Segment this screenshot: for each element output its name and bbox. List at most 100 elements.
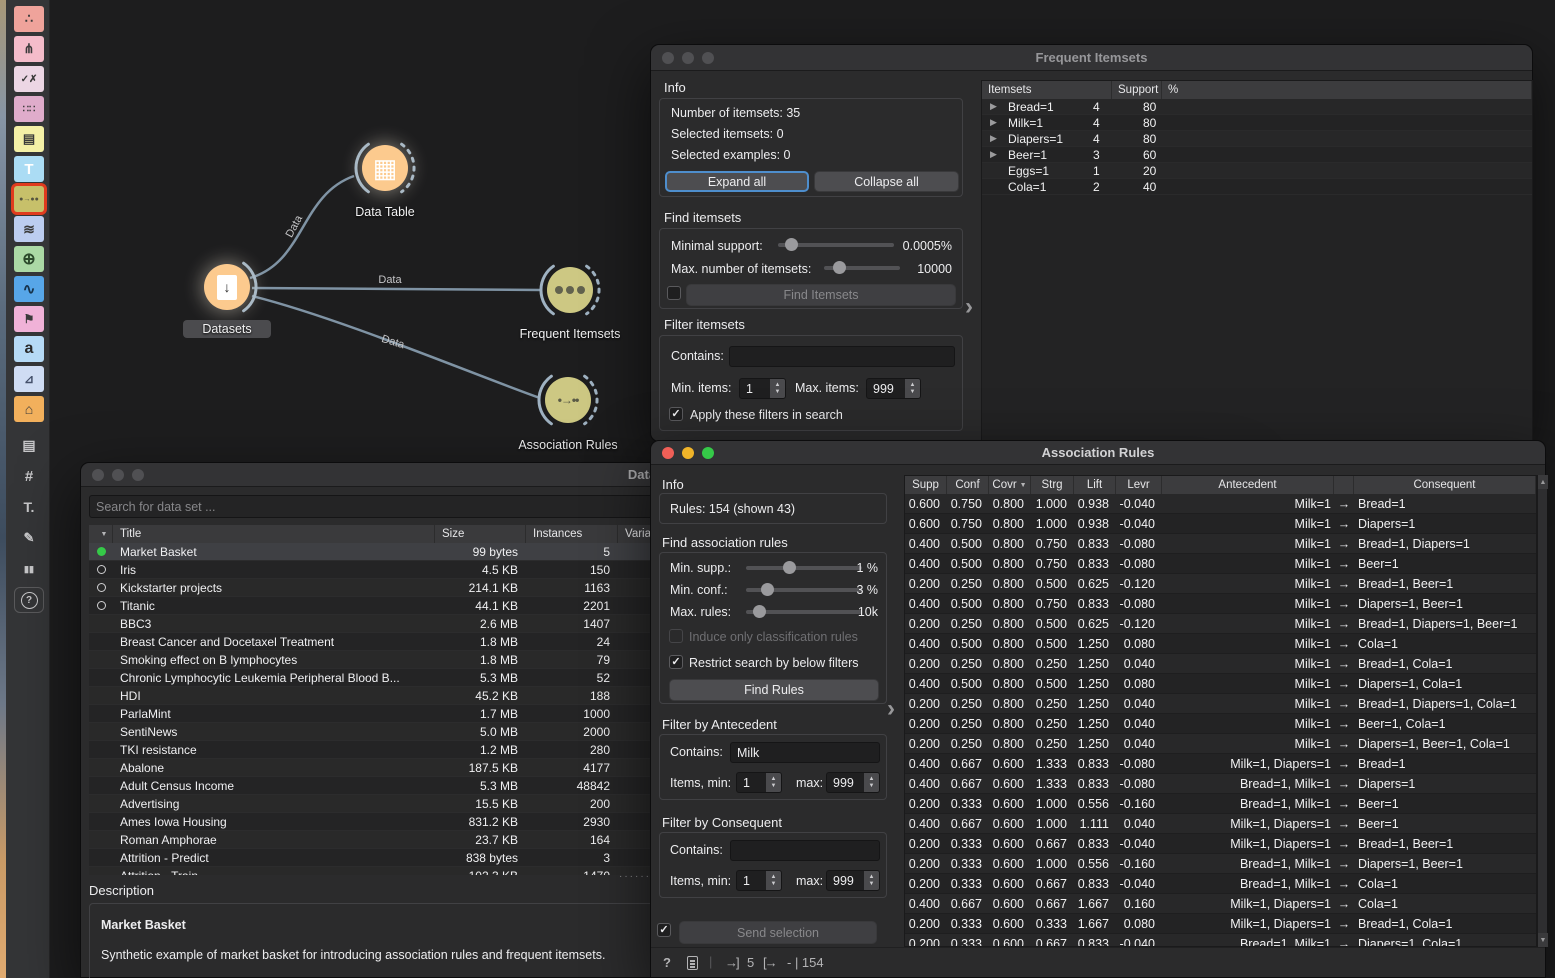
- auto-send-checkbox[interactable]: ✓: [657, 923, 671, 937]
- rule-row[interactable]: 0.200 0.250 0.800 0.250 1.250 0.040 Milk…: [905, 654, 1536, 674]
- link-datasets-frequentitemsets[interactable]: [252, 288, 542, 290]
- close-button[interactable]: [662, 52, 674, 64]
- scrollbar[interactable]: ▲ ▼: [1537, 475, 1547, 947]
- rule-row[interactable]: 0.200 0.250 0.800 0.250 1.250 0.040 Milk…: [905, 694, 1536, 714]
- collapse-all-button[interactable]: Collapse all: [814, 171, 959, 192]
- geo-globe-icon[interactable]: ⊕: [14, 246, 44, 272]
- rule-row[interactable]: 0.200 0.333 0.600 0.667 0.833 -0.040 Bre…: [905, 934, 1536, 947]
- rule-row[interactable]: 0.400 0.500 0.800 0.500 1.250 0.080 Milk…: [905, 634, 1536, 654]
- column-header-instances[interactable]: Instances: [526, 525, 618, 543]
- column-header-title[interactable]: Title: [113, 525, 435, 543]
- column-header-covr[interactable]: Covr▼: [989, 476, 1031, 494]
- close-button[interactable]: [662, 447, 674, 459]
- collapse-panel-chevron-icon[interactable]: ›: [887, 699, 895, 719]
- zoom-button[interactable]: [132, 469, 144, 481]
- scroll-up-icon[interactable]: ▲: [1538, 475, 1548, 489]
- column-header-strg[interactable]: Strg: [1031, 476, 1074, 494]
- rule-row[interactable]: 0.200 0.333 0.600 0.667 0.833 -0.040 Bre…: [905, 874, 1536, 894]
- restrict-search-checkbox[interactable]: ✓: [669, 655, 683, 669]
- unsupervised-icon[interactable]: ∷∷: [14, 96, 44, 122]
- column-header-status[interactable]: ▼: [89, 525, 113, 543]
- column-header-percent[interactable]: %: [1162, 81, 1532, 99]
- column-header-support[interactable]: Support: [1112, 81, 1162, 99]
- close-button[interactable]: [92, 469, 104, 481]
- rule-row[interactable]: 0.600 0.750 0.800 1.000 0.938 -0.040 Mil…: [905, 514, 1536, 534]
- datasets-node[interactable]: ↓: [204, 264, 250, 310]
- association-rules-node[interactable]: •→••: [545, 377, 591, 423]
- scroll-down-icon[interactable]: ▼: [1538, 933, 1548, 947]
- expand-arrow-icon[interactable]: ▶: [990, 149, 997, 160]
- pause-icon[interactable]: ▮▮: [14, 556, 44, 582]
- annotator-icon[interactable]: a: [14, 336, 44, 362]
- column-header-conf[interactable]: Conf: [947, 476, 989, 494]
- frequent-itemsets-node[interactable]: [547, 267, 593, 313]
- itemset-row[interactable]: ▶ Cola=1 2 40: [982, 179, 1532, 195]
- expand-all-button[interactable]: Expand all: [665, 171, 809, 192]
- expand-arrow-icon[interactable]: ▶: [990, 117, 997, 128]
- datasets-node-label[interactable]: Datasets: [183, 320, 271, 338]
- minimize-button[interactable]: [682, 52, 694, 64]
- contains-input[interactable]: [729, 346, 955, 367]
- cons-items-min-stepper[interactable]: 1▲▼: [736, 870, 782, 891]
- itemset-row[interactable]: ▶ Bread=1 4 80: [982, 99, 1532, 115]
- rule-row[interactable]: 0.400 0.500 0.800 0.750 0.833 -0.080 Mil…: [905, 554, 1536, 574]
- fi-titlebar[interactable]: Frequent Itemsets: [651, 45, 1532, 71]
- column-header-size[interactable]: Size: [435, 525, 526, 543]
- image-analytics-icon[interactable]: ▤: [14, 126, 44, 152]
- rule-row[interactable]: 0.400 0.667 0.600 1.333 0.833 -0.080 Bre…: [905, 774, 1536, 794]
- zoom-button[interactable]: [702, 52, 714, 64]
- itemset-row[interactable]: ▶ Diapers=1 4 80: [982, 131, 1532, 147]
- pen-arrow-icon[interactable]: ✎: [14, 525, 44, 551]
- column-header-levr[interactable]: Levr: [1116, 476, 1162, 494]
- rule-row[interactable]: 0.400 0.667 0.600 0.667 1.667 0.160 Milk…: [905, 894, 1536, 914]
- ar-titlebar[interactable]: Association Rules: [651, 441, 1545, 465]
- zoom-button[interactable]: [702, 447, 714, 459]
- text-mining-icon[interactable]: T: [14, 156, 44, 182]
- educational-icon[interactable]: ⌂: [14, 396, 44, 422]
- evaluate-icon[interactable]: ✓✗: [14, 66, 44, 92]
- rule-row[interactable]: 0.200 0.250 0.800 0.500 0.625 -0.120 Mil…: [905, 614, 1536, 634]
- minimal-support-slider[interactable]: [778, 238, 894, 252]
- help-icon[interactable]: ?: [14, 587, 44, 613]
- splitter-handle[interactable]: ······: [619, 871, 651, 882]
- data-table-node[interactable]: ▦: [362, 145, 408, 191]
- rule-row[interactable]: 0.200 0.333 0.600 0.333 1.667 0.080 Milk…: [905, 914, 1536, 934]
- ante-contains-input[interactable]: [730, 742, 880, 763]
- column-header-itemsets[interactable]: Itemsets: [982, 81, 1112, 99]
- frequent-itemsets-node-label[interactable]: Frequent Itemsets: [490, 327, 650, 341]
- rule-row[interactable]: 0.400 0.500 0.800 0.500 1.250 0.080 Milk…: [905, 674, 1536, 694]
- max-itemsets-slider[interactable]: [824, 261, 900, 275]
- rule-row[interactable]: 0.400 0.500 0.800 0.750 0.833 -0.080 Mil…: [905, 534, 1536, 554]
- rule-row[interactable]: 0.200 0.250 0.800 0.250 1.250 0.040 Milk…: [905, 714, 1536, 734]
- rule-row[interactable]: 0.400 0.667 0.600 1.333 0.833 -0.080 Mil…: [905, 754, 1536, 774]
- survival-analysis-icon[interactable]: ⚑: [14, 306, 44, 332]
- auto-find-checkbox[interactable]: [667, 286, 681, 300]
- column-header-supp[interactable]: Supp: [905, 476, 947, 494]
- rule-row[interactable]: 0.400 0.667 0.600 1.000 1.111 0.040 Milk…: [905, 814, 1536, 834]
- induce-classification-checkbox[interactable]: [669, 629, 683, 643]
- itemset-row[interactable]: ▶ Milk=1 4 80: [982, 115, 1532, 131]
- association-rules-node-label[interactable]: Association Rules: [483, 438, 653, 452]
- grid-align-icon[interactable]: #: [14, 463, 44, 489]
- report-document-icon[interactable]: ▤: [14, 432, 44, 458]
- fairness-icon[interactable]: ⊿: [14, 366, 44, 392]
- rule-row[interactable]: 0.200 0.333 0.600 0.667 0.833 -0.040 Mil…: [905, 834, 1536, 854]
- send-selection-button[interactable]: Send selection: [679, 921, 877, 944]
- column-header-lift[interactable]: Lift: [1074, 476, 1116, 494]
- min-conf-slider[interactable]: [746, 583, 862, 597]
- column-header-antecedent[interactable]: Antecedent: [1162, 476, 1334, 494]
- min-items-stepper[interactable]: 1▲▼: [739, 378, 786, 399]
- link-datasets-datatable[interactable]: [250, 176, 354, 278]
- frequent-itemsets-icon[interactable]: ●→●●: [14, 186, 44, 212]
- ante-items-max-stepper[interactable]: 999▲▼: [826, 772, 880, 793]
- expand-arrow-icon[interactable]: ▶: [990, 133, 997, 144]
- spectroscopy-icon[interactable]: ≋: [14, 216, 44, 242]
- rule-row[interactable]: 0.400 0.500 0.800 0.750 0.833 -0.080 Mil…: [905, 594, 1536, 614]
- rule-row[interactable]: 0.200 0.333 0.600 1.000 0.556 -0.160 Bre…: [905, 854, 1536, 874]
- time-series-icon[interactable]: ∿: [14, 276, 44, 302]
- rule-row[interactable]: 0.200 0.250 0.800 0.250 1.250 0.040 Milk…: [905, 734, 1536, 754]
- find-itemsets-button[interactable]: Find Itemsets: [686, 284, 956, 306]
- itemset-row[interactable]: ▶ Beer=1 3 60: [982, 147, 1532, 163]
- rule-row[interactable]: 0.200 0.250 0.800 0.500 0.625 -0.120 Mil…: [905, 574, 1536, 594]
- cons-contains-input[interactable]: [730, 840, 880, 861]
